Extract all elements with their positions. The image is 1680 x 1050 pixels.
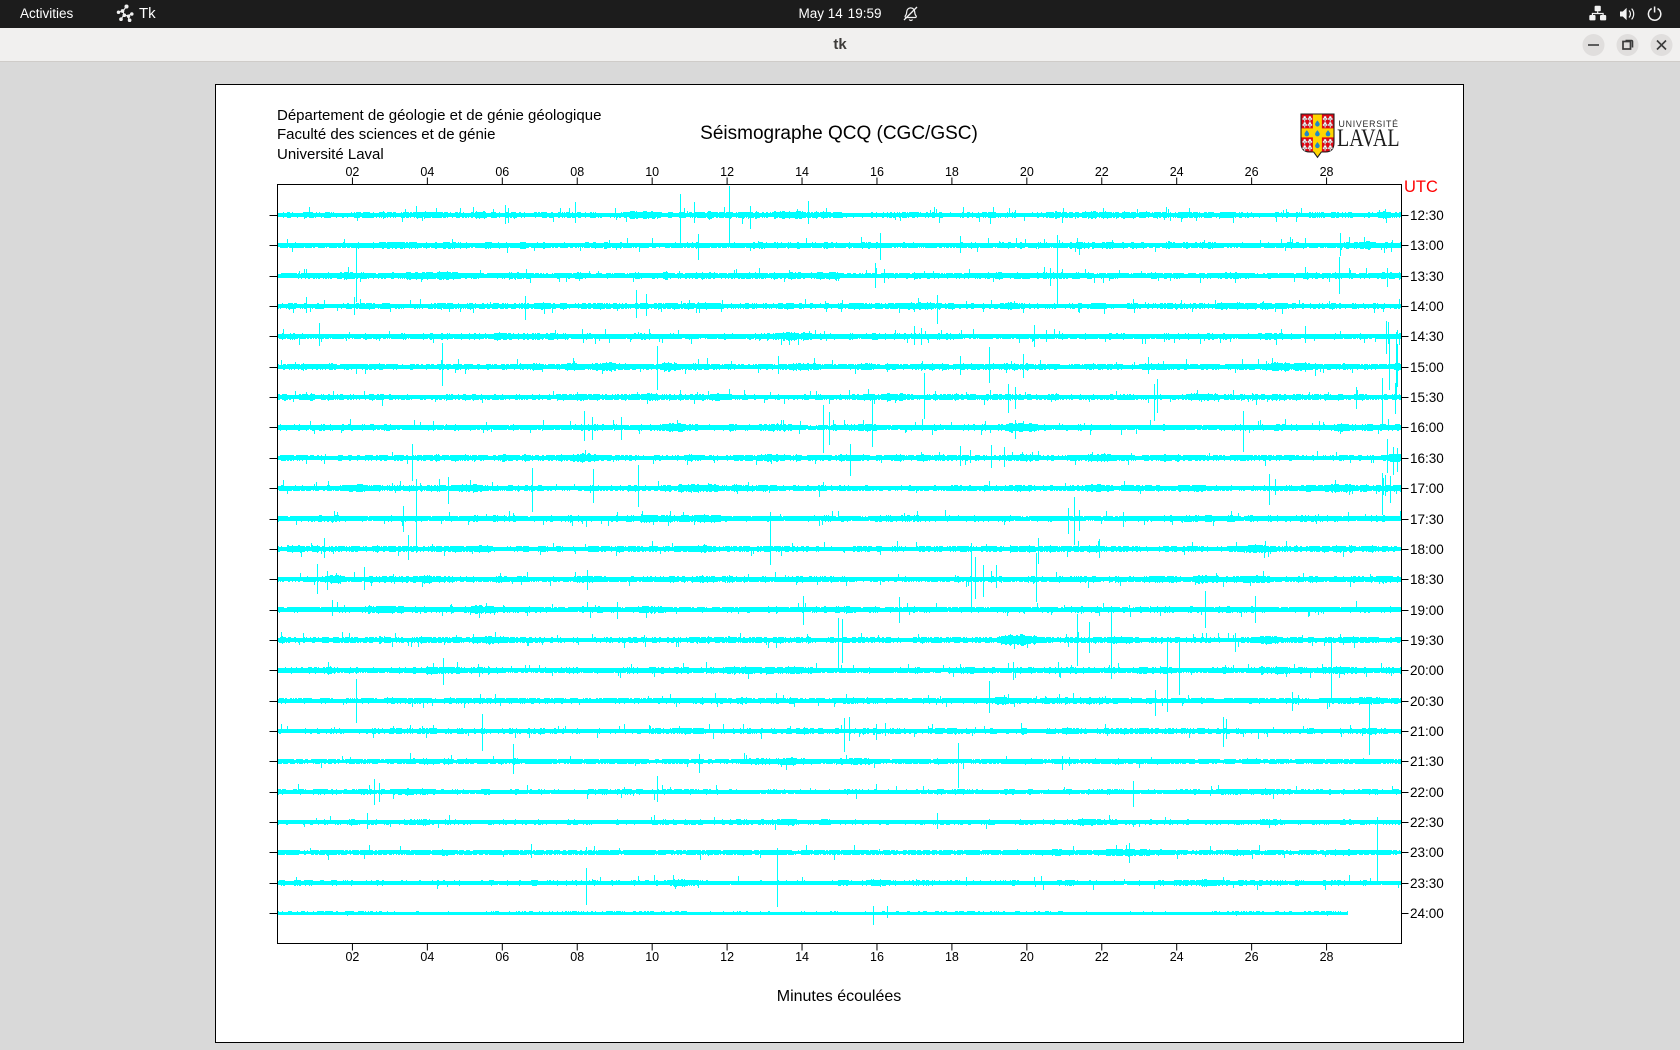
svg-text:20: 20 bbox=[1020, 950, 1034, 964]
svg-text:19:00: 19:00 bbox=[1410, 603, 1444, 618]
svg-text:26: 26 bbox=[1245, 950, 1259, 964]
svg-text:28: 28 bbox=[1320, 165, 1334, 179]
svg-text:26: 26 bbox=[1245, 165, 1259, 179]
svg-text:18: 18 bbox=[945, 950, 959, 964]
svg-text:14: 14 bbox=[795, 165, 809, 179]
svg-text:20: 20 bbox=[1020, 165, 1034, 179]
svg-text:13:00: 13:00 bbox=[1410, 238, 1444, 253]
svg-text:04: 04 bbox=[420, 165, 434, 179]
svg-text:04: 04 bbox=[420, 950, 434, 964]
svg-text:15:00: 15:00 bbox=[1410, 360, 1444, 375]
svg-text:18:00: 18:00 bbox=[1410, 542, 1444, 557]
svg-text:24: 24 bbox=[1170, 950, 1184, 964]
svg-text:06: 06 bbox=[495, 950, 509, 964]
svg-text:22: 22 bbox=[1095, 950, 1109, 964]
svg-text:22:30: 22:30 bbox=[1410, 815, 1444, 830]
svg-text:21:00: 21:00 bbox=[1410, 724, 1444, 739]
svg-text:24:00: 24:00 bbox=[1410, 906, 1444, 921]
svg-text:16: 16 bbox=[870, 950, 884, 964]
svg-text:14:30: 14:30 bbox=[1410, 329, 1444, 344]
svg-text:10: 10 bbox=[645, 950, 659, 964]
svg-text:12:30: 12:30 bbox=[1410, 208, 1444, 223]
svg-text:UTC: UTC bbox=[1404, 178, 1438, 196]
svg-text:20:30: 20:30 bbox=[1410, 694, 1444, 709]
svg-text:21:30: 21:30 bbox=[1410, 754, 1444, 769]
svg-text:02: 02 bbox=[345, 165, 359, 179]
svg-text:18: 18 bbox=[945, 165, 959, 179]
svg-text:17:30: 17:30 bbox=[1410, 512, 1444, 527]
svg-text:16: 16 bbox=[870, 165, 884, 179]
svg-text:16:30: 16:30 bbox=[1410, 451, 1444, 466]
svg-text:Minutes écoulées: Minutes écoulées bbox=[777, 988, 902, 1005]
svg-text:16:00: 16:00 bbox=[1410, 420, 1444, 435]
svg-text:17:00: 17:00 bbox=[1410, 481, 1444, 496]
svg-text:20:00: 20:00 bbox=[1410, 663, 1444, 678]
svg-text:06: 06 bbox=[495, 165, 509, 179]
svg-text:08: 08 bbox=[570, 165, 584, 179]
svg-text:08: 08 bbox=[570, 950, 584, 964]
svg-text:23:00: 23:00 bbox=[1410, 845, 1444, 860]
svg-text:23:30: 23:30 bbox=[1410, 876, 1444, 891]
svg-text:14: 14 bbox=[795, 950, 809, 964]
svg-text:12: 12 bbox=[720, 950, 734, 964]
svg-text:10: 10 bbox=[645, 165, 659, 179]
svg-text:12: 12 bbox=[720, 165, 734, 179]
svg-text:24: 24 bbox=[1170, 165, 1184, 179]
svg-text:28: 28 bbox=[1320, 950, 1334, 964]
svg-text:13:30: 13:30 bbox=[1410, 269, 1444, 284]
svg-text:02: 02 bbox=[345, 950, 359, 964]
svg-text:19:30: 19:30 bbox=[1410, 633, 1444, 648]
svg-text:15:30: 15:30 bbox=[1410, 390, 1444, 405]
svg-text:22:00: 22:00 bbox=[1410, 785, 1444, 800]
svg-text:22: 22 bbox=[1095, 165, 1109, 179]
svg-text:18:30: 18:30 bbox=[1410, 572, 1444, 587]
svg-text:14:00: 14:00 bbox=[1410, 299, 1444, 314]
